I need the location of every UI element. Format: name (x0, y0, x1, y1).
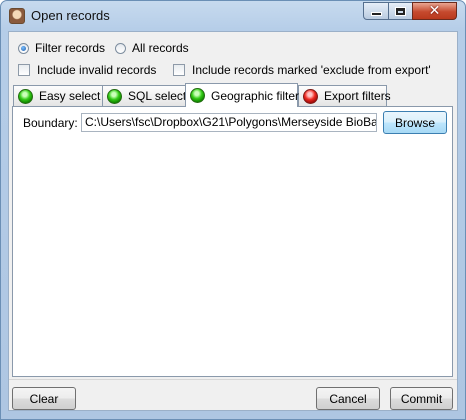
maximize-icon (396, 7, 405, 15)
clear-button[interactable]: Clear (12, 387, 76, 410)
close-icon: ✕ (428, 3, 441, 19)
include-invalid-checkbox[interactable] (18, 64, 30, 76)
geographic-filter-panel: Boundary: C:\Users\fsc\Dropbox\G21\Polyg… (12, 106, 453, 377)
filter-records-radio[interactable] (18, 42, 29, 54)
filter-records-label: Filter records (35, 41, 106, 55)
include-invalid-label: Include invalid records (37, 63, 157, 77)
minimize-icon (371, 13, 381, 15)
dialog-body: Filter records All records Include inval… (8, 31, 458, 411)
status-green-icon (190, 88, 205, 103)
footer-divider (9, 379, 457, 380)
tab-label: Easy select (39, 89, 101, 103)
window-title: Open records (31, 8, 110, 23)
include-excluded-checkbox[interactable] (173, 64, 185, 76)
all-records-radio[interactable] (115, 42, 126, 54)
open-records-window: Open records ✕ Filter records All record… (0, 0, 466, 420)
close-button[interactable]: ✕ (412, 2, 457, 20)
include-excluded-option[interactable]: Include records marked 'exclude from exp… (173, 63, 431, 77)
tab-label: SQL select (128, 89, 187, 103)
tab-easy-select[interactable]: Easy select (13, 85, 103, 106)
status-green-icon (18, 88, 33, 104)
tab-geographic-filter[interactable]: Geographic filter (185, 83, 300, 107)
boundary-path-field[interactable]: C:\Users\fsc\Dropbox\G21\Polygons\Mersey… (81, 113, 377, 132)
minimize-button[interactable] (363, 2, 389, 20)
all-records-option[interactable]: All records (115, 41, 189, 55)
filter-records-option[interactable]: Filter records (18, 41, 105, 55)
app-icon (9, 8, 25, 24)
maximize-button[interactable] (388, 2, 413, 20)
tab-export-filters[interactable]: Export filters (298, 85, 391, 106)
browse-button[interactable]: Browse (383, 111, 447, 134)
status-green-icon (107, 88, 122, 104)
all-records-label: All records (132, 41, 189, 55)
title-bar[interactable]: Open records ✕ (1, 1, 465, 31)
include-excluded-label: Include records marked 'exclude from exp… (192, 63, 431, 77)
boundary-label: Boundary: (23, 116, 78, 130)
radio-selected-icon (21, 45, 26, 51)
cancel-button[interactable]: Cancel (316, 387, 380, 410)
include-invalid-option[interactable]: Include invalid records (18, 63, 156, 77)
tab-sql-select[interactable]: SQL select (102, 85, 186, 106)
commit-button[interactable]: Commit (390, 387, 453, 410)
tab-label: Geographic filter (211, 88, 300, 103)
status-red-icon (303, 88, 318, 104)
tab-label: Export filters (324, 89, 391, 103)
